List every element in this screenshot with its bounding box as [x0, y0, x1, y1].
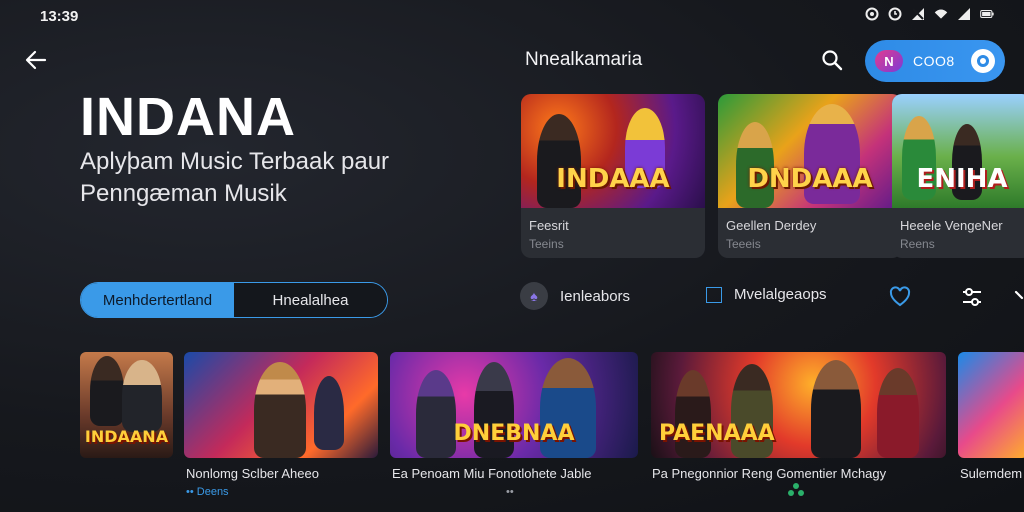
featured-card[interactable]: DNDAAA Geellen Derdey Teeeis [718, 94, 902, 258]
favorite-button[interactable] [888, 285, 912, 309]
hero-subtitle: Aplyþam Music Terbaak paur Penngæman Mus… [80, 148, 390, 207]
featured-title: Feesrit [529, 218, 569, 233]
filter-icon [963, 288, 981, 306]
action-item-1[interactable]: ♠ Ienleabors [520, 282, 630, 310]
account-code: COO8 [913, 53, 955, 69]
featured-art: DNDAAA [718, 94, 902, 208]
media-caption: Sulemdem [960, 466, 1023, 481]
signal-off-icon [911, 7, 925, 21]
account-badge: N [875, 50, 903, 72]
media-subcaption: •• [506, 486, 514, 498]
media-card[interactable]: DNEBNAA [390, 352, 638, 458]
media-caption: Ea Penoam Miu Fonotlohete Jable [392, 466, 592, 481]
battery-icon [980, 7, 994, 21]
featured-title: Geellen Derdey [726, 218, 817, 233]
alarm-icon [888, 7, 902, 21]
featured-art: ENIHA [892, 94, 1024, 208]
featured-title: Heeele VengeNer [900, 218, 1003, 233]
media-logo: INDAANA [84, 427, 169, 446]
search-icon [822, 50, 843, 71]
featured-art: INDAAA [521, 94, 705, 208]
media-caption: Pa Pnegonnior Reng Gomentier Mchagy [652, 466, 887, 481]
segment-option-1[interactable]: Menhdertertland [81, 283, 234, 317]
featured-logo: DNDAAA [747, 164, 873, 194]
status-icons [865, 7, 994, 21]
media-card[interactable]: PAENAAA [651, 352, 946, 458]
people-icon: ♠ [520, 282, 548, 310]
back-button[interactable] [22, 46, 50, 74]
cell-signal-icon [957, 7, 971, 21]
media-card[interactable]: INDAANA [80, 352, 173, 458]
heart-icon [889, 286, 911, 307]
media-card[interactable] [958, 352, 1024, 458]
chevron-down-button[interactable] [1014, 286, 1024, 306]
featured-subtitle: Teeeis [726, 237, 761, 251]
filter-button[interactable] [960, 285, 984, 309]
segment-option-2[interactable]: Hnealalhea [234, 283, 387, 317]
header-title: Nnealkamaria [525, 49, 643, 70]
featured-logo: INDAAA [556, 164, 670, 194]
hero-title: INDANA [80, 87, 296, 147]
chevron-down-icon [1014, 290, 1024, 300]
wifi-icon [934, 7, 948, 21]
action-label-2: Mvelalgeaops [734, 286, 827, 303]
media-caption: Nonlomg Sclber Aheeo [186, 466, 319, 481]
media-logo: DNEBNAA [453, 421, 575, 446]
featured-logo: ENIHA [916, 164, 1008, 194]
featured-subtitle: Reens [900, 237, 935, 251]
featured-subtitle: Teeins [529, 237, 564, 251]
arrow-left-icon [25, 50, 47, 70]
square-icon [706, 286, 722, 303]
search-button[interactable] [820, 48, 844, 72]
featured-card[interactable]: INDAAA Feesrit Teeins [521, 94, 705, 258]
media-subcaption: •• Deens [186, 486, 229, 498]
toggle-icon[interactable] [971, 49, 995, 73]
media-card[interactable] [184, 352, 378, 458]
sync-icon [865, 7, 879, 21]
account-pill[interactable]: N COO8 [865, 40, 1005, 82]
status-time: 13:39 [40, 8, 79, 25]
action-label-1: Ienleabors [560, 287, 631, 305]
media-logo: PAENAAA [659, 421, 775, 446]
share-icon[interactable] [788, 482, 804, 501]
segmented-control: Menhdertertland Hnealalhea [80, 282, 388, 318]
featured-card[interactable]: ENIHA Heeele VengeNer Reens [892, 94, 1024, 258]
action-item-2[interactable]: Mvelalgeaops [706, 286, 827, 303]
